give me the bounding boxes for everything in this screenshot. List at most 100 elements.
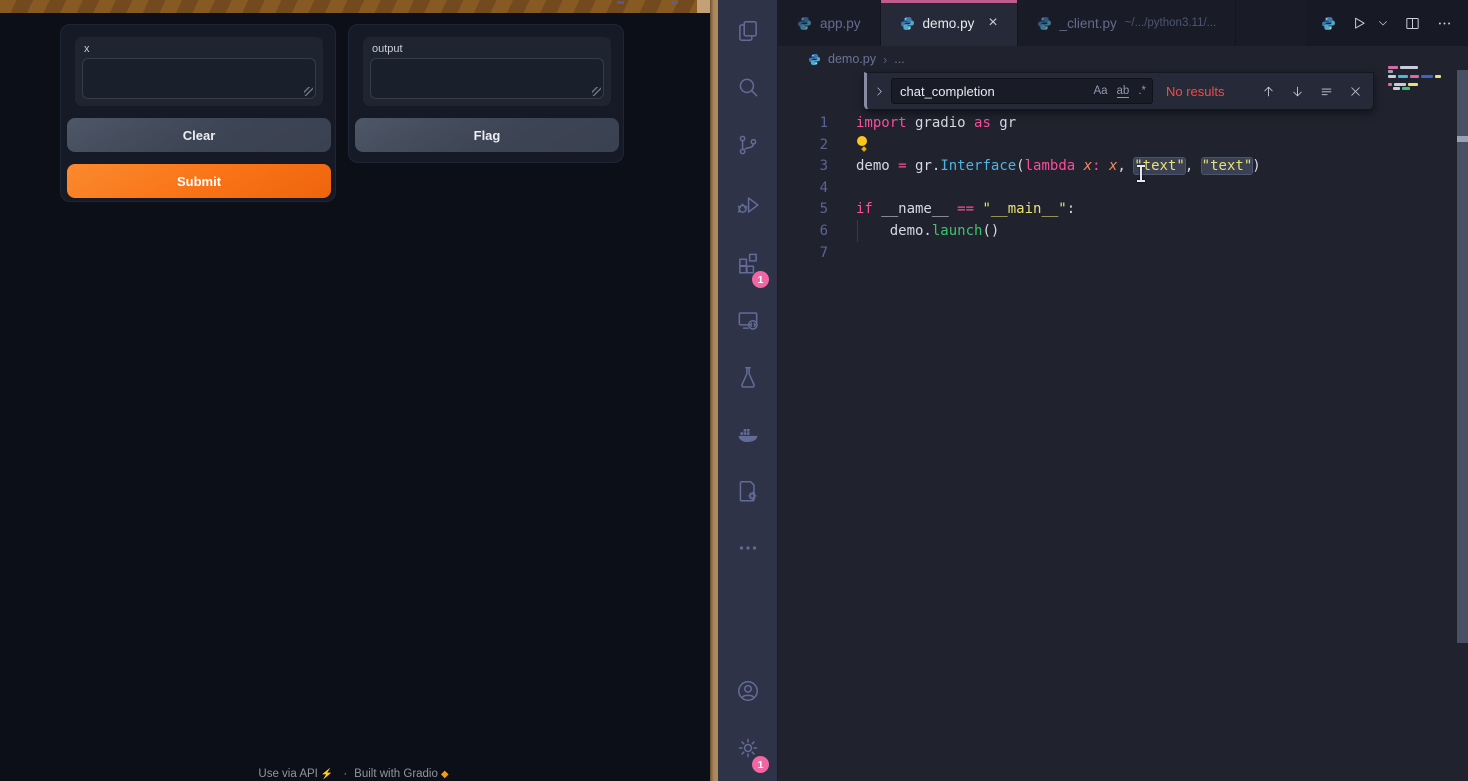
token-kw: == (957, 201, 974, 217)
close-tab-icon[interactable]: × (988, 15, 997, 31)
token-fg: , (1185, 158, 1202, 174)
activity-item-account[interactable] (718, 669, 778, 717)
vertical-scrollbar[interactable] (1457, 70, 1468, 643)
output-textarea[interactable] (370, 58, 604, 99)
token-fg: demo. (856, 223, 932, 239)
find-nav (1261, 84, 1363, 99)
gradio-app: x Clear Submit output Flag Use via API⚡·… (0, 0, 710, 781)
python-file-icon (808, 53, 821, 66)
mouse-ibeam-cursor (1136, 165, 1146, 182)
flag-button[interactable]: Flag (355, 118, 619, 152)
python-file-icon (900, 16, 915, 31)
code-line-1: 1import gradio as gr (778, 112, 1468, 134)
token-st: "__main__" (982, 201, 1066, 217)
account-icon (735, 678, 761, 709)
tab-label: demo.py (923, 16, 975, 31)
token-fn: Interface (940, 158, 1016, 174)
whole-word-toggle[interactable]: ab (1117, 85, 1130, 98)
python-file-icon (1037, 16, 1052, 31)
source-control-icon (735, 132, 761, 163)
activity-item-docker[interactable] (718, 413, 778, 461)
token-fg: : (1067, 201, 1075, 217)
minimap-segment (1408, 83, 1418, 86)
tab-demo.py[interactable]: demo.py × (881, 0, 1018, 46)
input-textarea[interactable] (82, 58, 316, 99)
explorer-icon (735, 18, 761, 49)
line-number: 7 (778, 242, 828, 264)
progress-bar (0, 0, 710, 13)
more-icon (735, 535, 761, 566)
minimap-segment (1393, 87, 1400, 90)
python-interpreter-icon (1321, 16, 1336, 31)
find-in-selection-button[interactable] (1319, 84, 1334, 99)
activity-item-settings[interactable]: 1 (718, 726, 778, 774)
breadcrumb[interactable]: demo.py › ... (778, 46, 1468, 72)
token-fg: () (982, 223, 999, 239)
output-label: output (372, 43, 403, 55)
badge: 1 (752, 756, 769, 773)
line-content: demo.launch() (856, 220, 999, 242)
run-python-file-button[interactable] (1351, 15, 1368, 32)
use-via-api-link[interactable]: Use via API (258, 768, 317, 780)
token-fg: demo (856, 158, 898, 174)
input-group: x Clear Submit (60, 24, 336, 202)
match-case-toggle[interactable]: Aa (1093, 85, 1107, 97)
output-block: output (363, 37, 611, 106)
token-sh: "text" (1202, 158, 1253, 174)
find-input-wrap: Aa ab .* (891, 78, 1153, 104)
editor-actions (1306, 0, 1468, 46)
activity-item-search[interactable] (718, 65, 778, 113)
tab-label: app.py (820, 16, 861, 31)
built-with-gradio-link[interactable]: Built with Gradio (354, 768, 438, 780)
line-content (856, 134, 868, 156)
line-number: 3 (778, 155, 828, 177)
footer-separator: · (343, 768, 347, 780)
next-match-button[interactable] (1290, 84, 1305, 99)
clear-button[interactable]: Clear (67, 118, 331, 152)
minimap-line (1388, 66, 1418, 69)
python-file-icon (797, 16, 812, 31)
breadcrumb-file[interactable]: demo.py (828, 52, 876, 66)
submit-button[interactable]: Submit (67, 164, 331, 198)
activity-item-more[interactable] (718, 526, 778, 574)
line-number: 2 (778, 134, 828, 156)
activity-item-testing[interactable] (718, 355, 778, 403)
search-icon (735, 74, 761, 105)
close-find-widget-button[interactable] (1348, 84, 1363, 99)
activity-item-explorer[interactable] (718, 9, 778, 57)
token-kw: = (898, 158, 906, 174)
tab-_client.py[interactable]: _client.py~/.../python3.11/... (1018, 0, 1237, 46)
minimap-line (1388, 83, 1418, 86)
split-editor-button[interactable] (1404, 15, 1421, 32)
breadcrumb-separator-icon: › (883, 52, 887, 67)
activity-item-file-gear[interactable] (718, 469, 778, 517)
tab-description: ~/.../python3.11/... (1125, 17, 1217, 29)
token-fg: gr (991, 115, 1016, 131)
line-number: 6 (778, 220, 828, 242)
token-kw: if (856, 201, 873, 217)
lightbulb-icon[interactable] (856, 136, 868, 151)
more-actions-button[interactable] (1436, 15, 1453, 32)
find-widget: Aa ab .* No results (864, 72, 1374, 110)
toggle-replace-icon[interactable] (867, 86, 891, 97)
previous-match-button[interactable] (1261, 84, 1276, 99)
line-content: demo = gr.Interface(lambda x: x, "text",… (856, 155, 1261, 177)
minimap[interactable] (1388, 66, 1446, 100)
editor-tab-bar: app.py demo.py × _client.py~/.../python3.11… (778, 0, 1468, 46)
activity-item-source-control[interactable] (718, 123, 778, 171)
activity-item-run-debug[interactable] (718, 183, 778, 231)
minimap-segment (1410, 75, 1419, 78)
token-pr: x (1084, 158, 1092, 174)
code-editor[interactable]: 1import gradio as gr23 demo = gr.Interfac… (778, 72, 1468, 781)
token-kw: lambda (1025, 158, 1076, 174)
activity-item-extensions[interactable]: 1 (718, 241, 778, 289)
regex-toggle[interactable]: .* (1138, 85, 1146, 97)
minimap-segment (1421, 75, 1433, 78)
breadcrumb-symbol[interactable]: ... (894, 52, 904, 66)
run-options-dropdown-icon[interactable] (1383, 17, 1389, 29)
activity-item-remote-explorer[interactable] (718, 298, 778, 346)
tab-app.py[interactable]: app.py (778, 0, 881, 46)
minimap-line (1393, 87, 1410, 90)
progress-tick (671, 1, 678, 4)
token-fg: ) (1252, 158, 1260, 174)
